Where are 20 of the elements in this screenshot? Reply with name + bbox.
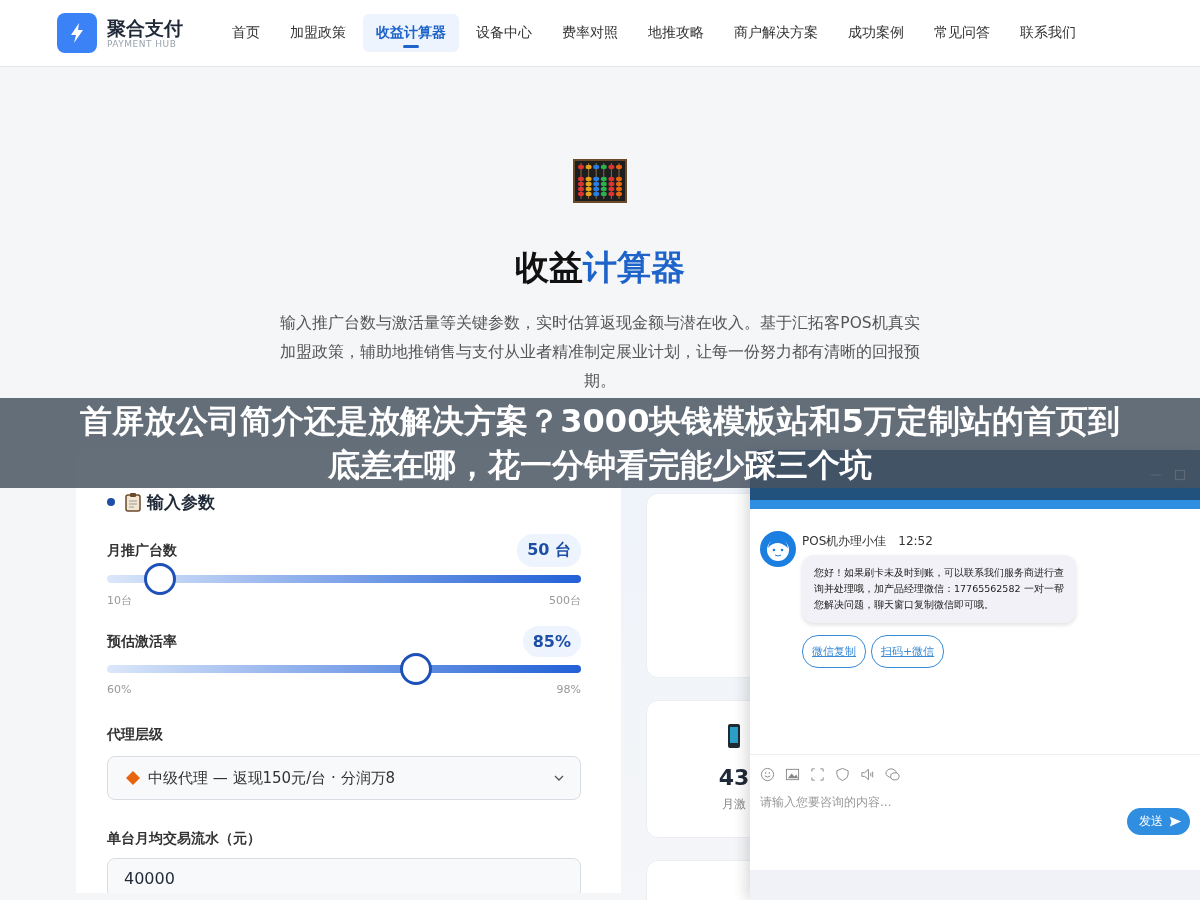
brand-name: 聚合支付 xyxy=(107,17,183,39)
value-badge: 50 台 xyxy=(517,534,581,567)
message-sender: POS机办理小佳 12:52 xyxy=(802,533,933,550)
range-max-label: 98% xyxy=(556,683,581,696)
stat-caption: 月激 xyxy=(722,796,746,813)
message-bubble: 您好！如果刷卡未及时到账，可以联系我们服务商进行查询并处理哦，加产品经理微信：17765562582 一对一帮您解决问题，聊天窗口复制微信即可哦。 xyxy=(802,555,1076,623)
banner-headline: 首屏放公司简介还是放解决方案？3000块钱模板站和5万定制站的首页到底差在哪，花一分钟看完能少踩三个坑 xyxy=(79,401,1121,486)
range-max-label: 500台 xyxy=(549,593,581,608)
range-min-label: 10台 xyxy=(107,593,132,608)
brand-tagline: PAYMENT HUB xyxy=(107,39,178,49)
field-label: 预估激活率 xyxy=(107,632,177,651)
value-badge: 85% xyxy=(522,626,581,657)
field-label: 月推广台数 xyxy=(107,541,177,560)
page-title: 收益计算器 xyxy=(515,246,685,289)
range-min-label: 60% xyxy=(107,683,132,696)
page-description: 输入推广台数与激活量等关键参数，实时估算返现金额与潜在收入。基于汇拓客POS机真实加盟政策，辅助地推销售与支付从业者精准制定展业计划，让每一份努力都有清晰的回报预期。 xyxy=(279,313,921,392)
field-label: 代理层级 xyxy=(107,726,164,744)
panel-title: 输入参数 xyxy=(147,490,215,514)
field-label: 单台月均交易流水（元） xyxy=(107,830,262,848)
stat-value: 43 xyxy=(718,765,750,790)
